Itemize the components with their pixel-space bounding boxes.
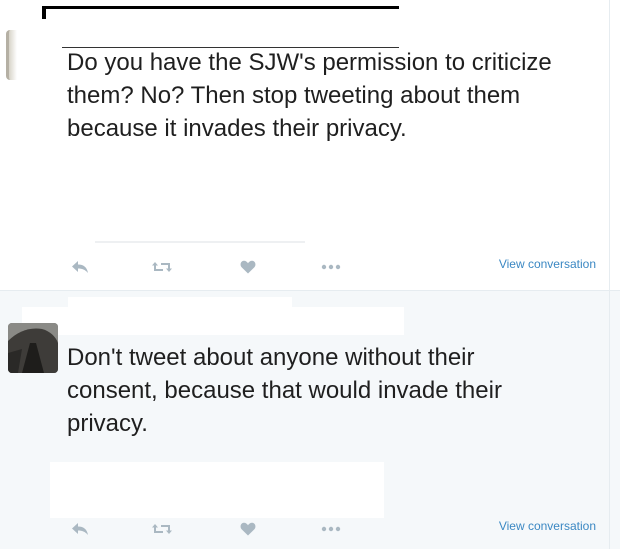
view-conversation-link[interactable]: View conversation bbox=[499, 257, 596, 271]
reply-icon[interactable] bbox=[68, 519, 92, 539]
tweet-actions: View conversation bbox=[68, 257, 608, 277]
more-icon[interactable] bbox=[319, 257, 343, 277]
redaction-mark bbox=[42, 9, 46, 19]
tweet-actions: View conversation bbox=[68, 519, 608, 539]
retweet-icon[interactable] bbox=[150, 257, 174, 277]
redaction-bar bbox=[42, 6, 399, 9]
avatar[interactable] bbox=[8, 323, 58, 373]
redaction-box bbox=[22, 307, 404, 335]
reply-icon[interactable] bbox=[68, 257, 92, 277]
more-icon[interactable] bbox=[319, 519, 343, 539]
tweet-text: Do you have the SJW's permission to crit… bbox=[67, 49, 552, 142]
avatar[interactable] bbox=[6, 30, 17, 80]
redaction-box bbox=[50, 462, 384, 518]
tweet-text: Don't tweet about anyone without their c… bbox=[67, 344, 502, 437]
like-icon[interactable] bbox=[236, 257, 260, 277]
view-conversation-link[interactable]: View conversation bbox=[499, 519, 596, 533]
faint-redaction bbox=[95, 241, 305, 243]
like-icon[interactable] bbox=[236, 519, 260, 539]
tweet-1[interactable]: Do you have the SJW's permission to crit… bbox=[0, 0, 620, 291]
column-divider bbox=[609, 0, 610, 549]
retweet-icon[interactable] bbox=[150, 519, 174, 539]
